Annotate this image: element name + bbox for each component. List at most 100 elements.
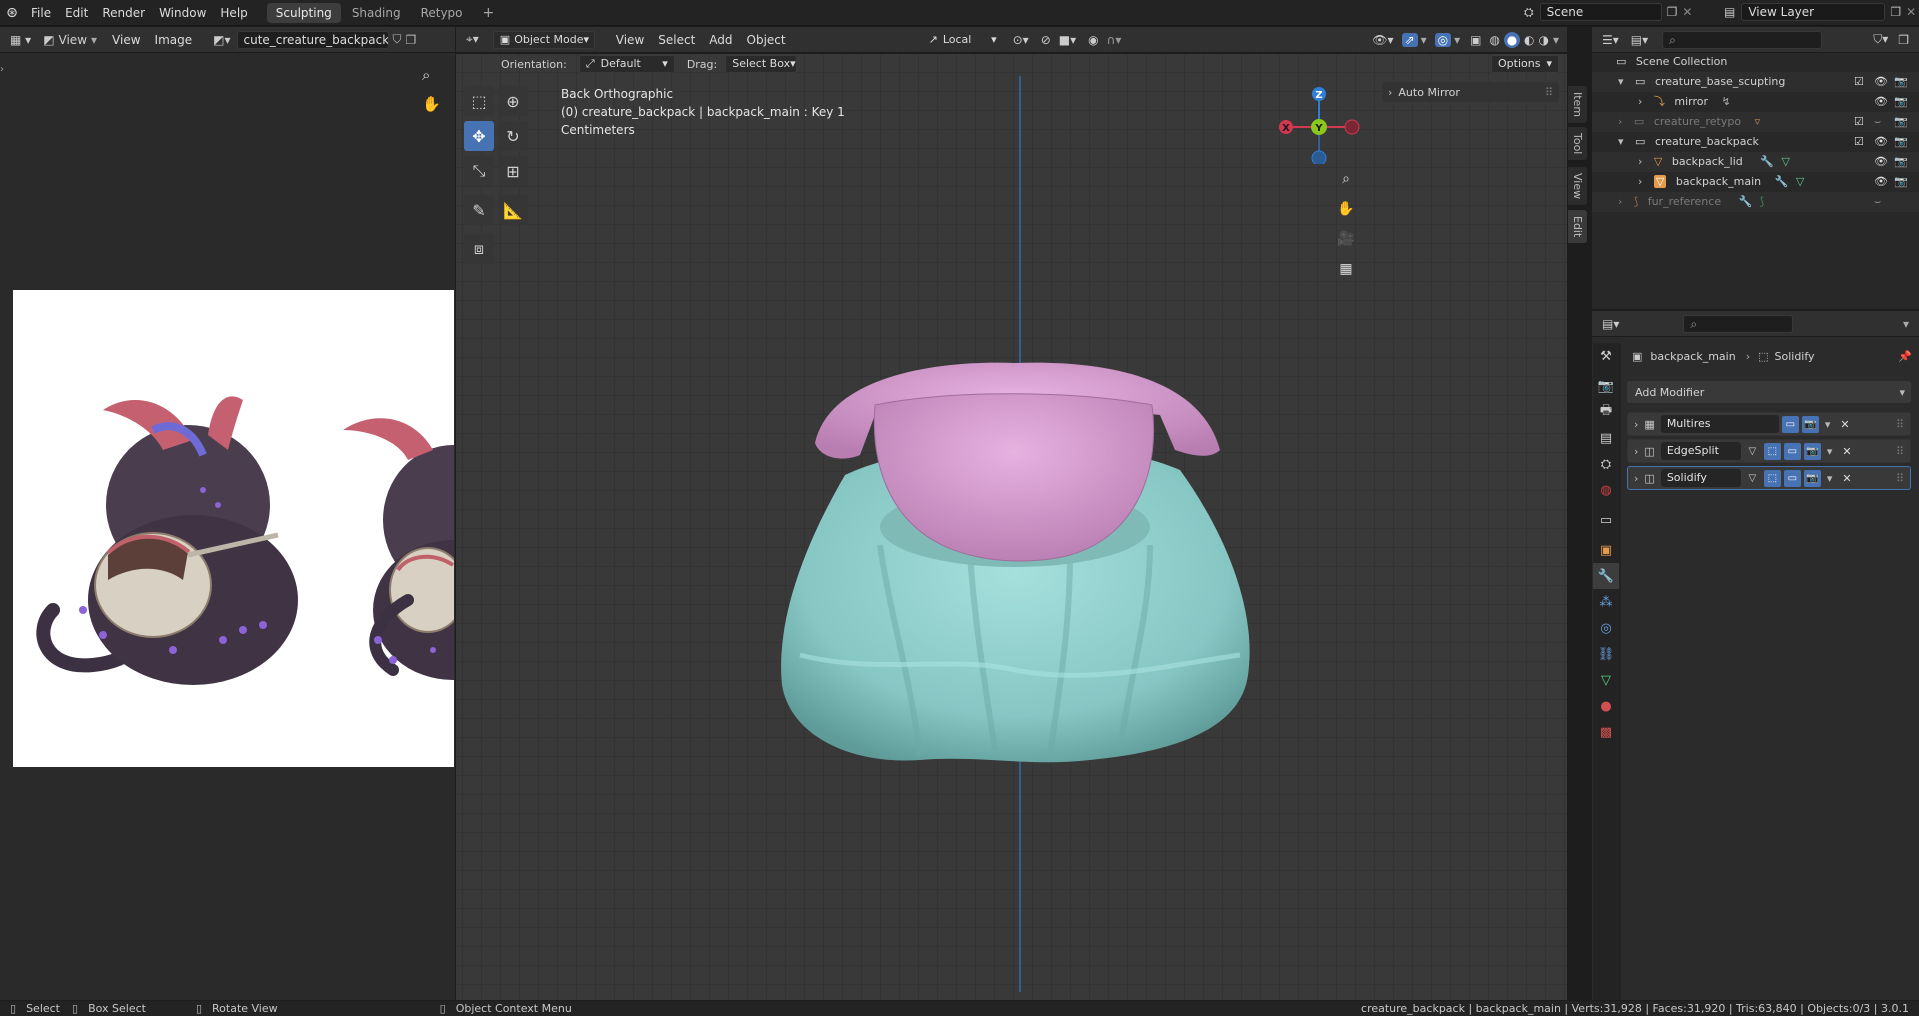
- material-shading-icon[interactable]: ◐: [1524, 33, 1534, 47]
- gizmo-neg-z-axis[interactable]: [1311, 150, 1327, 164]
- modifier-name-field[interactable]: Solidify: [1660, 469, 1741, 487]
- modifier-multires[interactable]: › ▦ Multires ▭ 📷 ▾ ✕ ⠿: [1627, 412, 1911, 436]
- fake-user-icon[interactable]: ⛉: [393, 32, 402, 47]
- scene-collection-row[interactable]: ▭ Scene Collection: [1592, 52, 1919, 72]
- solid-shading-icon[interactable]: ●: [1504, 31, 1520, 48]
- modifier-name-field[interactable]: EdgeSplit: [1660, 442, 1741, 460]
- outliner-row[interactable]: › ⤵ mirror ↯ 👁 📷: [1592, 92, 1919, 112]
- render-camera-icon[interactable]: 📷: [1894, 132, 1908, 152]
- expand-arrow-icon[interactable]: ›: [1638, 155, 1642, 168]
- remove-modifier-icon[interactable]: ✕: [1840, 418, 1849, 431]
- tab-edit[interactable]: Edit: [1568, 210, 1587, 244]
- perspective-toggle-icon[interactable]: ▦: [1334, 261, 1358, 291]
- expand-arrow-icon[interactable]: ▾: [1618, 135, 1624, 148]
- tab-tool[interactable]: Tool: [1568, 127, 1587, 161]
- scale-tool[interactable]: ⤡: [464, 156, 494, 186]
- viewport-menu-view[interactable]: View: [609, 27, 651, 53]
- tool-properties-tab[interactable]: ⚒: [1593, 343, 1619, 369]
- menu-file[interactable]: File: [24, 0, 58, 26]
- new-collection-icon[interactable]: ❐: [1898, 33, 1909, 47]
- rotate-tool[interactable]: ↻: [498, 121, 528, 151]
- on-cage-icon[interactable]: ▽: [1744, 443, 1761, 460]
- drag-handle-icon[interactable]: ⠿: [1896, 418, 1904, 431]
- display-mode-icon[interactable]: ▤▾: [1631, 33, 1648, 47]
- viewport-menu-select[interactable]: Select: [651, 27, 702, 53]
- output-properties-tab[interactable]: 🖶: [1593, 399, 1619, 425]
- image-name-field[interactable]: cute_creature_backpack.jpg: [236, 30, 389, 49]
- drag-handle-icon[interactable]: ⠿: [1896, 472, 1904, 485]
- new-scene-icon[interactable]: ❐: [1667, 5, 1678, 19]
- pivot-icon[interactable]: ⊙▾: [1013, 33, 1029, 47]
- measure-tool[interactable]: 📐: [498, 195, 528, 225]
- world-properties-tab[interactable]: ◍: [1593, 477, 1619, 503]
- annotate-tool[interactable]: ✎: [464, 195, 494, 225]
- rendered-shading-icon[interactable]: ◑: [1538, 33, 1548, 47]
- wireframe-shading-icon[interactable]: ◍: [1490, 33, 1500, 47]
- delete-view-layer-icon[interactable]: ✕: [1906, 5, 1916, 19]
- view-mode-dropdown[interactable]: ◩ View ▾: [43, 33, 97, 47]
- orientation-dropdown[interactable]: ⤢ Default ▾: [578, 55, 675, 73]
- constraints-properties-tab[interactable]: ⛓: [1593, 641, 1619, 667]
- modifier-edgesplit[interactable]: › ◫ EdgeSplit ▽ ⬚ ▭ 📷 ▾ ✕ ⠿: [1627, 439, 1911, 463]
- collection-properties-tab[interactable]: ▭: [1593, 507, 1619, 533]
- texture-properties-tab[interactable]: ▩: [1593, 719, 1619, 745]
- image-menu-view[interactable]: View: [105, 27, 147, 53]
- tab-retypo[interactable]: Retypo: [412, 3, 472, 23]
- tab-view[interactable]: View: [1568, 167, 1587, 206]
- render-camera-icon[interactable]: 📷: [1894, 112, 1908, 132]
- outliner-editor-type-icon[interactable]: ☰▾: [1602, 33, 1619, 47]
- show-viewport-icon[interactable]: ▭: [1783, 442, 1801, 460]
- snap-icon[interactable]: ⊘: [1041, 33, 1051, 47]
- exclude-checkbox[interactable]: ☑: [1854, 132, 1864, 152]
- gizmo-x-axis[interactable]: [1344, 119, 1360, 135]
- expand-arrow-icon[interactable]: ›: [1634, 418, 1638, 431]
- gizmo-options-icon[interactable]: ▾: [1421, 33, 1427, 47]
- edit-mode-icon[interactable]: ⬚: [1763, 442, 1781, 460]
- expand-arrow-icon[interactable]: ›: [1638, 95, 1642, 108]
- tab-sculpting[interactable]: Sculpting: [266, 2, 341, 23]
- show-render-icon[interactable]: 📷: [1801, 415, 1819, 433]
- editor-type-icon[interactable]: ▦ ▾: [10, 33, 31, 47]
- editor-type-3d-icon[interactable]: ⌖▾: [466, 32, 479, 47]
- remove-modifier-icon[interactable]: ✕: [1842, 472, 1851, 485]
- view-layer-icon[interactable]: ▤: [1724, 5, 1735, 19]
- falloff-icon[interactable]: ∩▾: [1107, 33, 1122, 47]
- transform-tool[interactable]: ⊞: [498, 156, 528, 186]
- outliner-search-input[interactable]: ⌕: [1662, 30, 1823, 49]
- eye-icon[interactable]: 👁: [1874, 132, 1888, 152]
- chevron-down-icon[interactable]: ▾: [1827, 472, 1833, 485]
- show-viewport-icon[interactable]: ▭: [1781, 415, 1799, 433]
- view-layer-properties-tab[interactable]: ▤: [1593, 425, 1619, 451]
- object-mode-dropdown[interactable]: ▣ Object Mode ▾: [492, 30, 595, 49]
- scene-field[interactable]: Scene: [1539, 3, 1662, 21]
- menu-edit[interactable]: Edit: [58, 0, 95, 26]
- cursor-tool[interactable]: ⊕: [498, 86, 528, 116]
- pan-view-icon[interactable]: ✋: [1334, 201, 1358, 231]
- modifier-solidify[interactable]: › ◫ Solidify ▽ ⬚ ▭ 📷 ▾ ✕ ⠿: [1627, 466, 1911, 490]
- proportional-edit-icon[interactable]: ◉: [1088, 33, 1098, 47]
- exclude-checkbox[interactable]: ☑: [1854, 72, 1864, 92]
- render-camera-icon[interactable]: 📷: [1894, 172, 1908, 192]
- eye-closed-icon[interactable]: ⌣: [1874, 192, 1881, 212]
- drag-handle-icon[interactable]: ⠿: [1545, 86, 1553, 99]
- move-tool[interactable]: ✥: [464, 121, 494, 151]
- remove-modifier-icon[interactable]: ✕: [1842, 445, 1851, 458]
- pin-icon[interactable]: 📌: [1898, 350, 1912, 363]
- menu-render[interactable]: Render: [95, 0, 152, 26]
- pan-hand-icon[interactable]: ✋: [422, 95, 441, 113]
- outliner-row[interactable]: › ▽ backpack_lid 🔧 ▽ 👁 📷: [1592, 152, 1919, 172]
- drag-dropdown[interactable]: Select Box ▾: [725, 55, 798, 73]
- backpack-model[interactable]: [770, 355, 1260, 775]
- show-render-icon[interactable]: 📷: [1803, 469, 1821, 487]
- region-toggle-icon[interactable]: ›: [0, 64, 4, 75]
- add-cube-tool[interactable]: ⧈: [464, 234, 494, 264]
- data-properties-tab[interactable]: ▽: [1593, 667, 1619, 693]
- chevron-down-icon[interactable]: ▾: [1827, 445, 1833, 458]
- filter-icon[interactable]: ⛉▾: [1873, 32, 1888, 47]
- blender-logo-icon[interactable]: ⊛: [0, 5, 24, 21]
- scene-icon[interactable]: ⛭: [1524, 5, 1534, 20]
- viewport-menu-add[interactable]: Add: [702, 27, 739, 53]
- edit-mode-icon[interactable]: ⬚: [1763, 469, 1781, 487]
- menu-help[interactable]: Help: [213, 0, 254, 26]
- new-image-icon[interactable]: ❐: [406, 33, 417, 47]
